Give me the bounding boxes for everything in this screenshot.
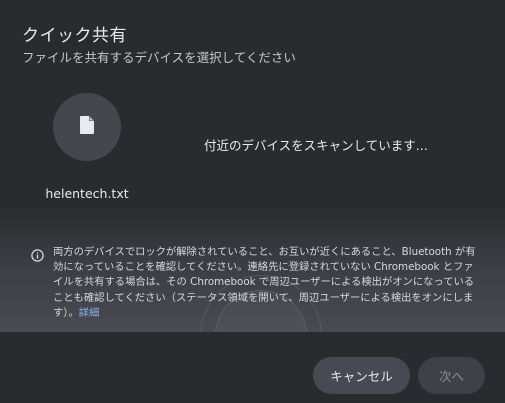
cancel-button[interactable]: キャンセル (313, 357, 410, 394)
file-name: helentech.txt (45, 186, 129, 201)
dialog-title: クイック共有 (22, 26, 127, 46)
dialog-subtitle: ファイルを共有するデバイスを選択してください (22, 50, 296, 65)
scan-status-text: 付近のデバイスをスキャンしています... (204, 138, 428, 153)
quick-share-dialog: クイック共有 ファイルを共有するデバイスを選択してください helentech.… (0, 0, 505, 403)
info-message-text: 両方のデバイスでロックが解除されていること、お互いが近くにあること、Blueto… (53, 246, 476, 319)
learn-more-link[interactable]: 詳細 (79, 307, 100, 319)
next-button[interactable]: 次へ (418, 357, 485, 394)
file-icon (80, 116, 94, 138)
file-preview (53, 93, 121, 161)
info-message: 両方のデバイスでロックが解除されていること、お互いが近くにあること、Blueto… (53, 245, 483, 321)
info-icon (31, 247, 44, 262)
